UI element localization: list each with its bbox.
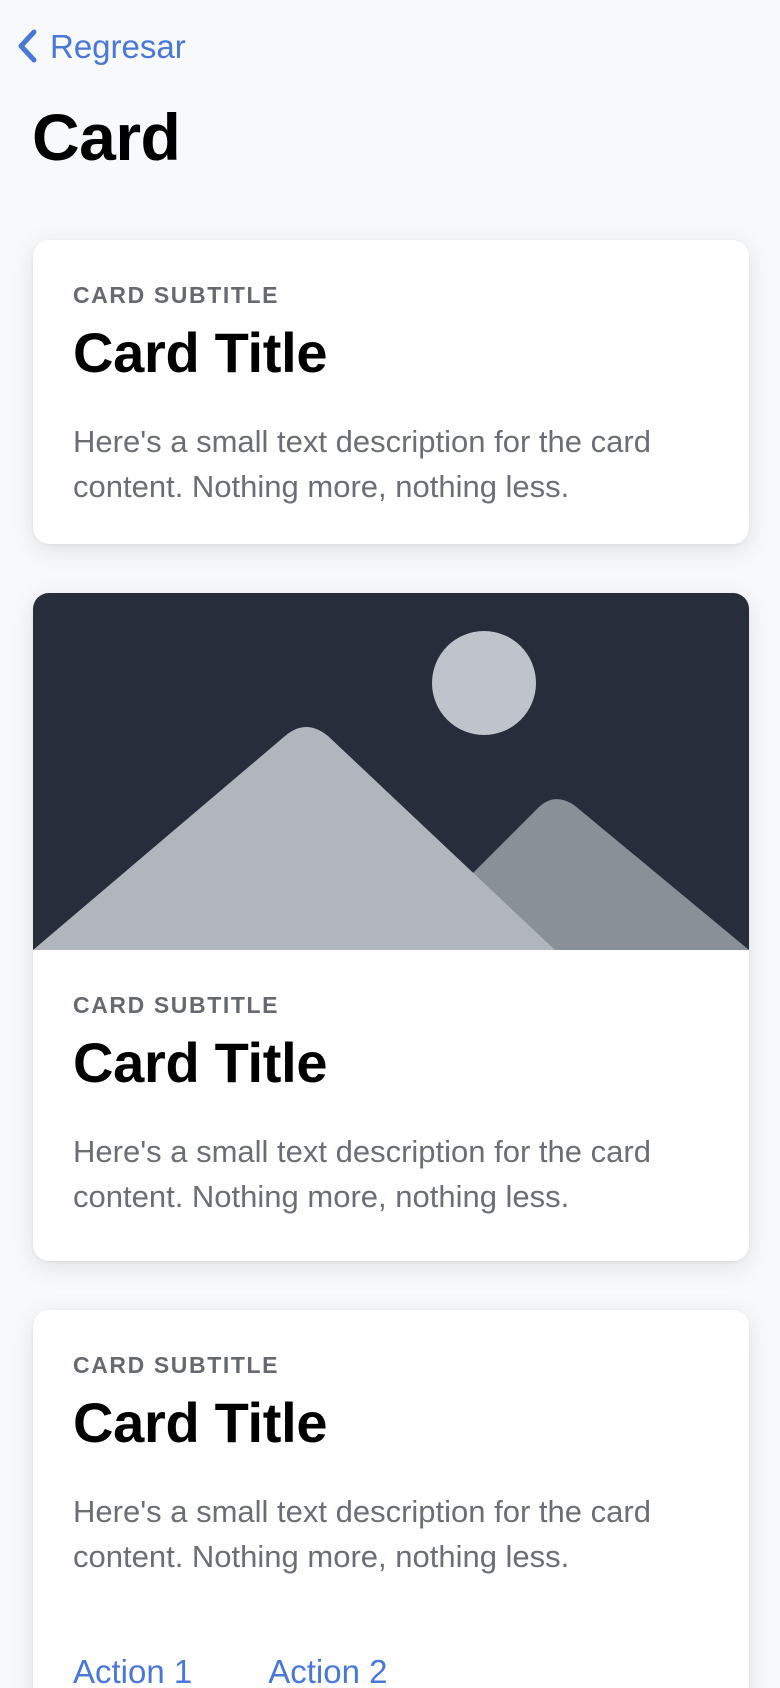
chevron-left-icon: [18, 29, 37, 63]
back-button[interactable]: Regresar: [14, 24, 186, 68]
card-basic: Card Subtitle Card Title Here's a small …: [33, 240, 749, 544]
landscape-image: [33, 593, 749, 950]
card-title: Card Title: [73, 1391, 328, 1454]
back-label: Regresar: [50, 27, 186, 65]
card-with-actions: Card Subtitle Card Title Here's a small …: [33, 1310, 749, 1688]
card-body: Card Subtitle Card Title Here's a small …: [33, 240, 749, 509]
page-title: Card: [32, 100, 181, 174]
card-subtitle: Card Subtitle: [73, 1352, 280, 1378]
navigation-bar: Regresar: [0, 0, 780, 90]
sun-icon: [432, 631, 536, 735]
action-2-button[interactable]: Action 2: [268, 1655, 387, 1688]
card-title: Card Title: [73, 321, 328, 384]
card-body: Card Subtitle Card Title Here's a small …: [33, 950, 749, 1219]
card-body: Card Subtitle Card Title Here's a small …: [33, 1310, 749, 1688]
card-actions: Action 1 Action 2: [73, 1655, 709, 1688]
card-description: Here's a small text description for the …: [73, 1494, 651, 1574]
card-title: Card Title: [73, 1031, 328, 1094]
card-subtitle: Card Subtitle: [73, 992, 280, 1018]
card-description: Here's a small text description for the …: [73, 424, 651, 504]
action-1-button[interactable]: Action 1: [73, 1655, 192, 1688]
page: Regresar Card Card Subtitle Card Title H…: [0, 0, 780, 1688]
card-subtitle: Card Subtitle: [73, 282, 280, 308]
card-description: Here's a small text description for the …: [73, 1134, 651, 1214]
card-with-image: Card Subtitle Card Title Here's a small …: [33, 593, 749, 1261]
